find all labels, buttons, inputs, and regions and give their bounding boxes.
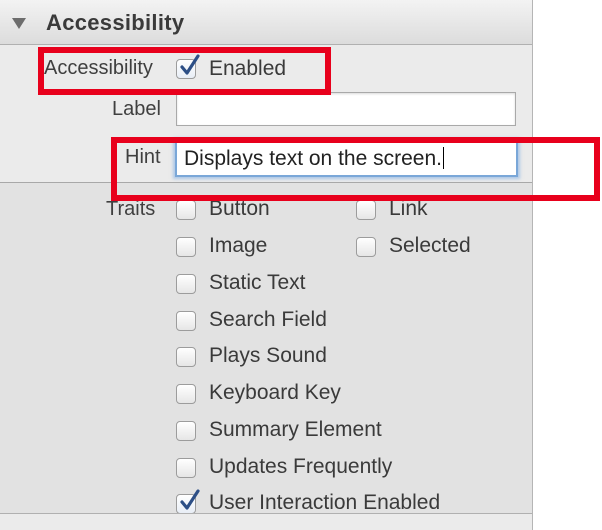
trait-summary-element-label: Summary Element [209, 418, 382, 441]
trait-link-checkbox[interactable] [356, 200, 376, 220]
checkmark-icon [180, 54, 200, 75]
disclosure-triangle-icon[interactable] [12, 18, 26, 29]
trait-selected-label: Selected [389, 234, 471, 257]
accessibility-label: Accessibility [44, 57, 153, 79]
trait-plays-sound-label: Plays Sound [209, 344, 327, 367]
trait-button-checkbox[interactable] [176, 200, 196, 220]
trait-search-field-checkbox[interactable] [176, 311, 196, 331]
checkmark-icon [180, 489, 200, 510]
section-title: Accessibility [46, 10, 185, 35]
trait-static-text-checkbox[interactable] [176, 274, 196, 294]
text-caret [442, 147, 444, 169]
trait-image-checkbox[interactable] [176, 237, 196, 257]
accessibility-enabled-checkbox[interactable] [176, 54, 200, 79]
hint-field-label: Hint [125, 146, 161, 168]
trait-search-field-label: Search Field [209, 308, 327, 331]
trait-updates-frequently-checkbox[interactable] [176, 458, 196, 478]
trait-image-label: Image [209, 234, 268, 257]
inspector-panel: Accessibility Accessibility Enabled Labe… [0, 0, 533, 530]
trait-static-text-label: Static Text [209, 271, 306, 294]
enabled-label: Enabled [209, 57, 287, 80]
panel-bottom-divider [0, 513, 532, 514]
label-field-label: Label [112, 98, 161, 120]
trait-selected-checkbox[interactable] [356, 237, 376, 257]
trait-keyboard-key-checkbox[interactable] [176, 384, 196, 404]
trait-keyboard-key-label: Keyboard Key [209, 381, 341, 404]
hint-input-text: Displays text on the screen. [184, 147, 442, 170]
trait-user-interaction-enabled-checkbox[interactable] [176, 489, 200, 514]
trait-user-interaction-enabled-label: User Interaction Enabled [209, 491, 441, 514]
trait-button-label: Button [209, 197, 270, 220]
trait-plays-sound-checkbox[interactable] [176, 347, 196, 367]
label-input[interactable] [176, 92, 516, 126]
trait-summary-element-checkbox[interactable] [176, 421, 196, 441]
hint-input-value: Displays text on the screen. [184, 147, 444, 171]
traits-label: Traits [106, 198, 156, 220]
section-header[interactable]: Accessibility [0, 0, 532, 45]
hint-input[interactable]: Displays text on the screen. [175, 140, 518, 177]
trait-updates-frequently-label: Updates Frequently [209, 455, 393, 478]
trait-link-label: Link [389, 197, 428, 220]
